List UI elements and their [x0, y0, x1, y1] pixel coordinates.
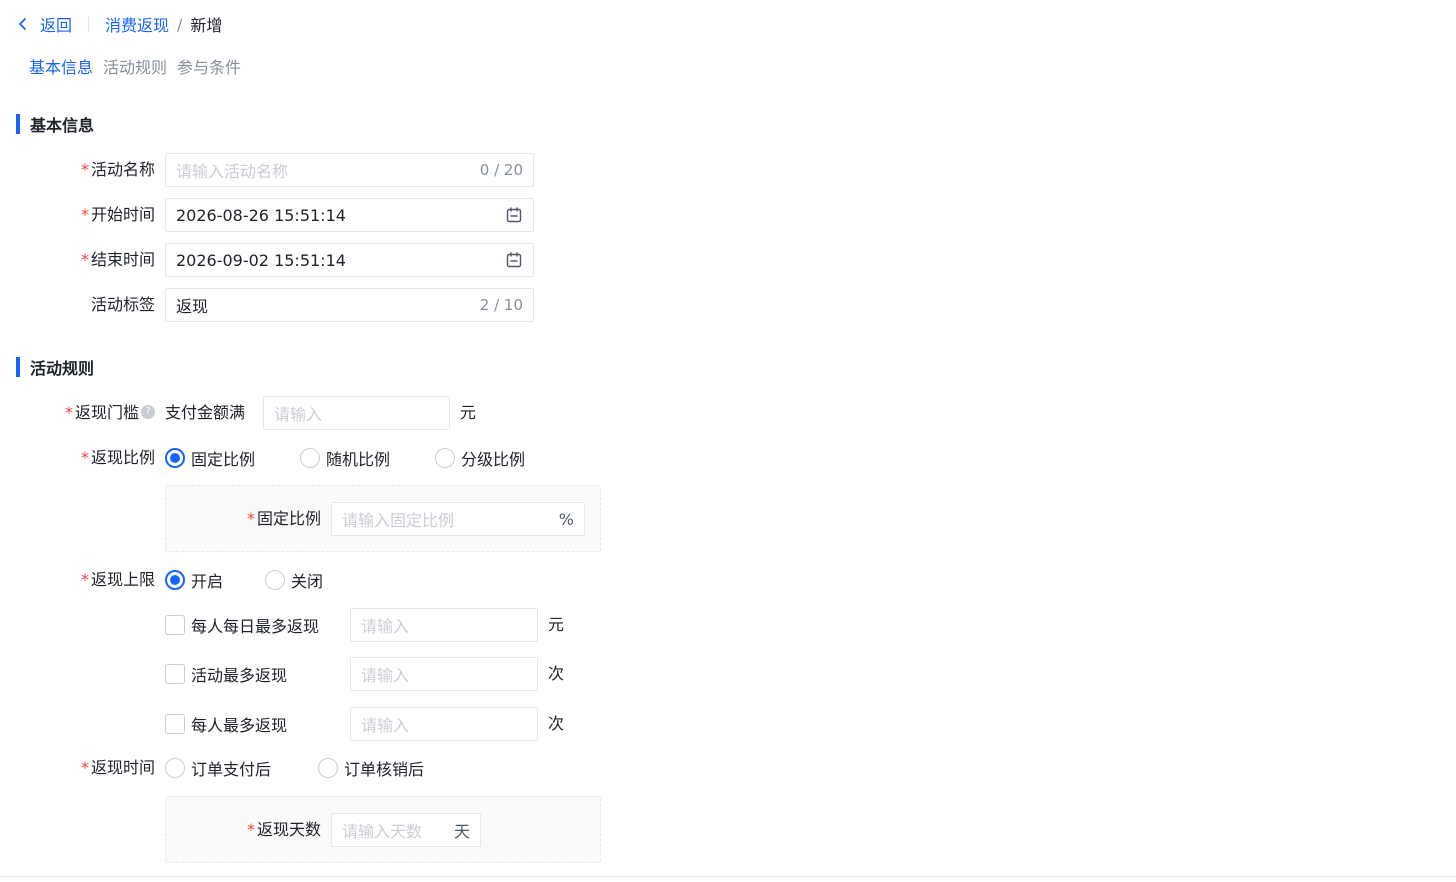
- activity-tag-value: 返现: [176, 297, 209, 316]
- checkbox-activity-max[interactable]: 活动最多返现: [165, 657, 287, 691]
- checkbox-box: [165, 615, 185, 635]
- radio-label: 分级比例: [461, 450, 526, 469]
- radio-after-payment[interactable]: 订单支付后: [165, 751, 271, 785]
- checkbox-label: 每人最多返现: [191, 716, 288, 735]
- section-rules-title: 活动规则: [16, 357, 95, 378]
- ratio-label: * 返现比例: [80, 448, 155, 467]
- chevron-left-icon: [19, 18, 26, 30]
- threshold-placeholder: 请输入: [274, 405, 323, 424]
- limit-label: * 返现上限: [80, 570, 155, 589]
- daily-per-user-placeholder: 请输入: [361, 617, 410, 636]
- activity-tag-label: 活动标签: [90, 295, 155, 314]
- activity-name-count: 0 / 20: [479, 161, 523, 179]
- threshold-prefix: 支付金额满: [165, 403, 246, 422]
- per-user-max-placeholder: 请输入: [361, 716, 410, 735]
- breadcrumb-parent[interactable]: 消费返现: [105, 12, 169, 36]
- checkbox-label: 活动最多返现: [191, 666, 288, 685]
- radio-limit-on[interactable]: 开启: [165, 563, 223, 597]
- radio-label: 订单支付后: [191, 760, 272, 779]
- cashback-days-placeholder: 请输入天数: [342, 822, 423, 841]
- end-time-value: 2026-09-02 15:51:14: [176, 250, 346, 270]
- checkbox-daily-per-user[interactable]: 每人每日最多返现: [165, 608, 319, 642]
- threshold-label: * 返现门槛?: [20, 396, 155, 430]
- start-time-value: 2026-08-26 15:51:14: [176, 205, 346, 225]
- section-basic-label: 基本信息: [30, 116, 95, 135]
- radio-circle: [300, 448, 320, 468]
- checkbox-box: [165, 714, 185, 734]
- fixed-ratio-input[interactable]: 请输入固定比例 %: [331, 502, 585, 536]
- radio-circle: [165, 758, 185, 778]
- days-suffix: 天: [453, 822, 470, 841]
- start-time-input[interactable]: 2026-08-26 15:51:14: [165, 198, 534, 232]
- cashback-days-input[interactable]: 请输入天数 天: [331, 813, 481, 847]
- daily-per-user-unit: 元: [548, 615, 565, 634]
- activity-name-label: * 活动名称: [80, 160, 155, 179]
- radio-circle: [265, 570, 285, 590]
- activity-max-unit: 次: [548, 664, 565, 683]
- per-user-max-unit: 次: [548, 714, 565, 733]
- start-time-label: * 开始时间: [80, 205, 155, 224]
- end-time-input[interactable]: 2026-09-02 15:51:14: [165, 243, 534, 277]
- divider: [88, 16, 90, 32]
- cashback-days-label: * 返现天数: [246, 820, 321, 839]
- threshold-unit: 元: [460, 403, 477, 422]
- calendar-icon[interactable]: [505, 251, 523, 269]
- section-bar: [16, 114, 20, 134]
- checkbox-label: 每人每日最多返现: [191, 617, 320, 636]
- radio-circle-checked: [165, 448, 185, 468]
- radio-circle: [318, 758, 338, 778]
- radio-label: 订单核销后: [344, 760, 425, 779]
- activity-tag-input[interactable]: 返现 2 / 10: [165, 288, 534, 322]
- anchor-nav: 基本信息 活动规则 参与条件: [29, 54, 241, 78]
- radio-after-verification[interactable]: 订单核销后: [318, 751, 424, 785]
- radio-fixed-ratio[interactable]: 固定比例: [165, 441, 255, 475]
- activity-tag-count: 2 / 10: [479, 296, 523, 314]
- activity-max-placeholder: 请输入: [361, 666, 410, 685]
- radio-label: 开启: [191, 572, 224, 591]
- breadcrumb-separator: /: [177, 14, 183, 34]
- end-time-label: * 结束时间: [80, 250, 155, 269]
- bottom-divider: [0, 876, 1456, 877]
- radio-limit-off[interactable]: 关闭: [265, 563, 323, 597]
- calendar-icon[interactable]: [505, 206, 523, 224]
- radio-circle-checked: [165, 570, 185, 590]
- daily-per-user-input[interactable]: 请输入: [350, 608, 538, 642]
- checkbox-per-user-max[interactable]: 每人最多返现: [165, 707, 287, 741]
- activity-name-placeholder: 请输入活动名称: [176, 162, 289, 181]
- checkbox-box: [165, 664, 185, 684]
- anchor-rules[interactable]: 活动规则: [103, 54, 167, 78]
- fixed-ratio-placeholder: 请输入固定比例: [342, 511, 455, 530]
- radio-label: 固定比例: [191, 450, 256, 469]
- radio-label: 关闭: [291, 572, 324, 591]
- anchor-basic[interactable]: 基本信息: [29, 54, 93, 78]
- anchor-conditions[interactable]: 参与条件: [177, 54, 241, 78]
- section-basic-title: 基本信息: [16, 114, 95, 135]
- activity-max-input[interactable]: 请输入: [350, 657, 538, 691]
- radio-random-ratio[interactable]: 随机比例: [300, 441, 390, 475]
- back-button[interactable]: 返回: [16, 12, 72, 36]
- back-label: 返回: [40, 16, 73, 35]
- radio-tiered-ratio[interactable]: 分级比例: [435, 441, 525, 475]
- breadcrumb-current: 新增: [190, 16, 223, 35]
- activity-name-input[interactable]: 请输入活动名称 0 / 20: [165, 153, 534, 187]
- radio-label: 随机比例: [326, 450, 391, 469]
- cashback-time-label: * 返现时间: [80, 758, 155, 777]
- question-icon[interactable]: ?: [141, 404, 155, 419]
- threshold-input[interactable]: 请输入: [263, 396, 450, 430]
- radio-circle: [435, 448, 455, 468]
- fixed-ratio-label: * 固定比例: [246, 509, 321, 528]
- top-bar: 返回 消费返现 / 新增: [16, 10, 222, 38]
- section-rules-label: 活动规则: [30, 359, 95, 378]
- per-user-max-input[interactable]: 请输入: [350, 707, 538, 741]
- percent-suffix: %: [558, 509, 574, 529]
- section-bar: [16, 357, 20, 377]
